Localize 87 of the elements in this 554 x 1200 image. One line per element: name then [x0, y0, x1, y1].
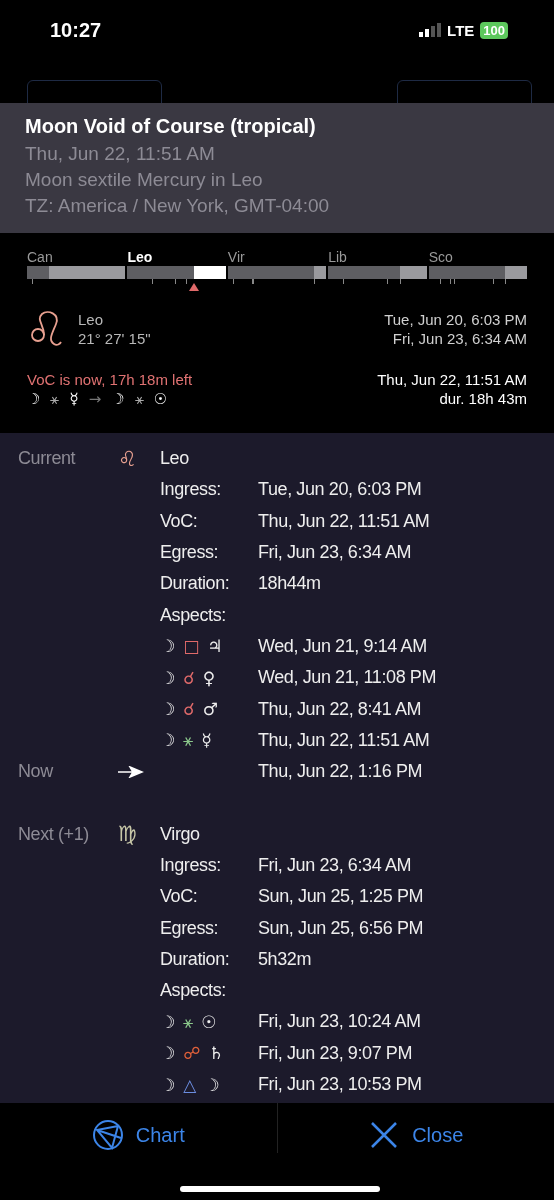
planet-glyph: ♂ [202, 699, 218, 719]
sign-name: Virgo [160, 823, 201, 845]
planet-glyph: ♀ [202, 667, 216, 688]
planet-glyph: ☿ [201, 730, 212, 751]
egress-time: Fri, Jun 23, 6:34 AM [391, 329, 527, 348]
aspect-sequence-glyph: ⚹ [134, 389, 144, 409]
field-label: Ingress: [160, 855, 222, 876]
aspect-time: Wed, Jun 21, 11:08 PM [258, 667, 438, 689]
header-line: Thu, Jun 22, 11:51 AM [25, 142, 216, 166]
aspect-sequence-glyph: ⚹ [50, 389, 60, 409]
field-value: 18h44m [258, 573, 322, 595]
field-value: Fri, Jun 23, 6:34 AM [258, 542, 413, 564]
field-value: Sun, Jun 25, 6:56 PM [258, 917, 425, 939]
aspect-time: Thu, Jun 22, 8:41 AM [258, 698, 423, 720]
arrow-icon [118, 765, 144, 778]
aspect-glyph: ⚹ [183, 1012, 194, 1032]
sign-name: Leo [78, 310, 105, 329]
marker-icon [189, 283, 200, 291]
aspect-glyph: △ [183, 1074, 197, 1095]
time-value: Thu, Jun 22, 1:16 PM [258, 761, 424, 783]
aspect-time: Wed, Jun 21, 9:14 AM [258, 635, 428, 657]
leo-icon [30, 310, 64, 348]
aspect-sequence-glyph: ☉ [153, 389, 168, 409]
timeline-label: Vir [227, 249, 246, 266]
planet-glyph: ☽ [160, 667, 176, 688]
aspect-sequence-glyph: ☽ [111, 389, 125, 409]
aspect-time: Thu, Jun 22, 11:51 AM [258, 729, 431, 751]
status-time: 10:27 [50, 18, 102, 42]
planet-glyph: ☽ [160, 699, 176, 719]
period-label: Current [18, 448, 77, 470]
aspect-glyph: ⚹ [183, 730, 194, 751]
field-value: Fri, Jun 23, 6:34 AM [258, 855, 413, 876]
period-label: Next (+1) [18, 823, 90, 845]
timeline-label: Sco [428, 249, 454, 266]
aspect-sequence-glyph: → [88, 389, 102, 409]
battery-indicator: 100 [480, 21, 508, 39]
ingress-time: Tue, Jun 20, 6:03 PM [384, 310, 527, 329]
field-label: Duration: [160, 573, 231, 595]
header-line: TZ: America / New York, GMT-04:00 [25, 194, 331, 218]
moon-degree: 21° 27' 15" [78, 329, 151, 348]
voc-duration: dur. 18h 43m [438, 389, 527, 408]
close-button[interactable]: Close [362, 1113, 470, 1157]
header-line: Moon sextile Mercury in Leo [25, 168, 264, 192]
aspect-sequence-glyph: ☿ [69, 389, 79, 409]
aspect-time: Fri, Jun 23, 10:24 AM [258, 1011, 422, 1033]
aspect-glyph: ☌ [183, 699, 195, 719]
header-title: Moon Void of Course (tropical) [25, 115, 317, 138]
field-value: Thu, Jun 22, 11:51 AM [258, 510, 431, 532]
sign-glyph: ♍ [118, 822, 137, 847]
timeline-label: Leo [127, 249, 154, 266]
timeline-label: Can [27, 249, 54, 266]
voc-time: Thu, Jun 22, 11:51 AM [377, 370, 527, 389]
planet-glyph: ☽ [160, 1012, 176, 1032]
field-label: Aspects: [160, 604, 227, 626]
planet-glyph: ☽ [160, 1074, 176, 1095]
field-label: Ingress: [160, 479, 222, 501]
field-label: VoC: [160, 886, 199, 908]
planet-glyph: ☽ [160, 730, 176, 751]
field-label: Egress: [160, 542, 220, 564]
field-value: 5h32m [258, 948, 313, 970]
sign-glyph: ♌ [118, 446, 137, 471]
aspect-time: Fri, Jun 23, 10:53 PM [258, 1074, 423, 1096]
aspect-glyph: ☍ [183, 1043, 201, 1064]
chart-button[interactable]: Chart [85, 1113, 191, 1157]
planet-glyph: ☉ [201, 1012, 217, 1032]
field-label: Egress: [160, 917, 220, 939]
field-label: Duration: [160, 948, 231, 970]
field-label: VoC: [160, 510, 199, 532]
field-value: Sun, Jun 25, 1:25 PM [258, 886, 425, 908]
chart-wheel-icon [91, 1119, 124, 1151]
field-value: Tue, Jun 20, 6:03 PM [258, 479, 423, 501]
planet-glyph: ♄ [208, 1043, 224, 1064]
aspect-glyph: □ [183, 636, 200, 657]
planet-glyph: ♃ [207, 636, 223, 657]
aspect-glyph: ☌ [183, 667, 195, 688]
planet-glyph: ☽ [204, 1074, 220, 1095]
sign-name: Leo [160, 448, 190, 470]
period-label: Now [18, 761, 55, 783]
field-label: Aspects: [160, 980, 227, 1002]
aspect-sequence-glyph: ☽ [27, 389, 41, 409]
network-label: LTE [447, 21, 475, 39]
aspect-time: Fri, Jun 23, 9:07 PM [258, 1042, 414, 1064]
signal-icon [419, 23, 442, 37]
planet-glyph: ☽ [160, 636, 176, 657]
planet-glyph: ☽ [160, 1043, 176, 1064]
timeline-label: Lib [328, 249, 348, 266]
voc-status: VoC is now, 17h 18m left [27, 370, 193, 389]
